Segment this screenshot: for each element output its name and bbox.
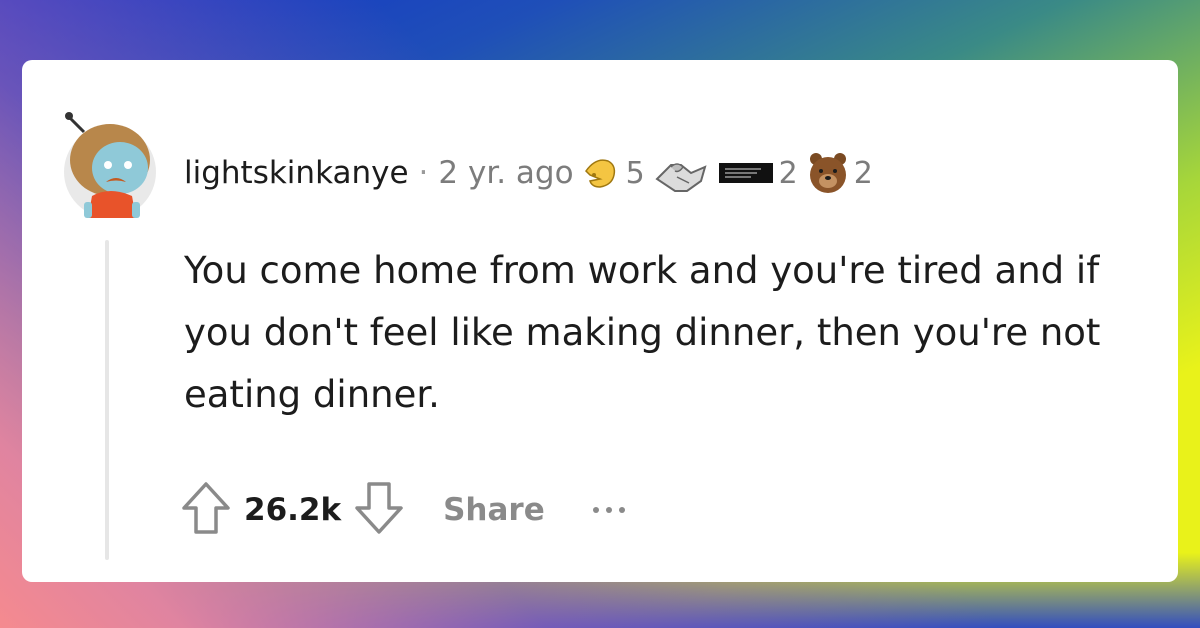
award-pointing-hand[interactable]: 5 (582, 153, 645, 193)
downvote-arrow-icon (355, 482, 403, 534)
upvote-button[interactable] (180, 480, 232, 540)
comment-body: You come home from work and you're tired… (184, 249, 1101, 416)
ellipsis-icon (618, 507, 625, 513)
downvote-button[interactable] (353, 480, 405, 540)
comment-actions: 26.2k Share (180, 480, 625, 540)
upvote-arrow-icon (182, 482, 230, 534)
award-count: 2 (853, 155, 873, 191)
vote-score: 26.2k (244, 492, 342, 528)
comment-card: lightskinkanye · 2 yr. ago 5 2 2 You com… (22, 60, 1178, 582)
award-count: 2 (778, 155, 798, 191)
share-button[interactable]: Share (443, 492, 545, 528)
comment-meta: lightskinkanye · 2 yr. ago 5 2 2 (184, 148, 873, 198)
award-handshake[interactable] (653, 153, 709, 193)
award-text-card[interactable]: 2 (717, 156, 798, 191)
thread-line[interactable] (105, 240, 109, 560)
ellipsis-icon (592, 507, 599, 513)
bear-award-icon (809, 153, 846, 193)
award-count: 5 (625, 155, 645, 191)
pointing-hand-award-icon (584, 159, 615, 188)
user-avatar[interactable] (62, 88, 158, 220)
award-bear[interactable]: 2 (806, 149, 873, 197)
comment-timestamp[interactable]: 2 yr. ago (438, 155, 573, 191)
username-link[interactable]: lightskinkanye (184, 155, 409, 191)
more-options-button[interactable] (592, 507, 625, 513)
handshake-award-icon (655, 163, 707, 192)
meta-separator: · (418, 155, 429, 191)
avatar-icon (64, 112, 156, 218)
ellipsis-icon (605, 507, 612, 513)
text-card-award-icon (718, 163, 773, 183)
